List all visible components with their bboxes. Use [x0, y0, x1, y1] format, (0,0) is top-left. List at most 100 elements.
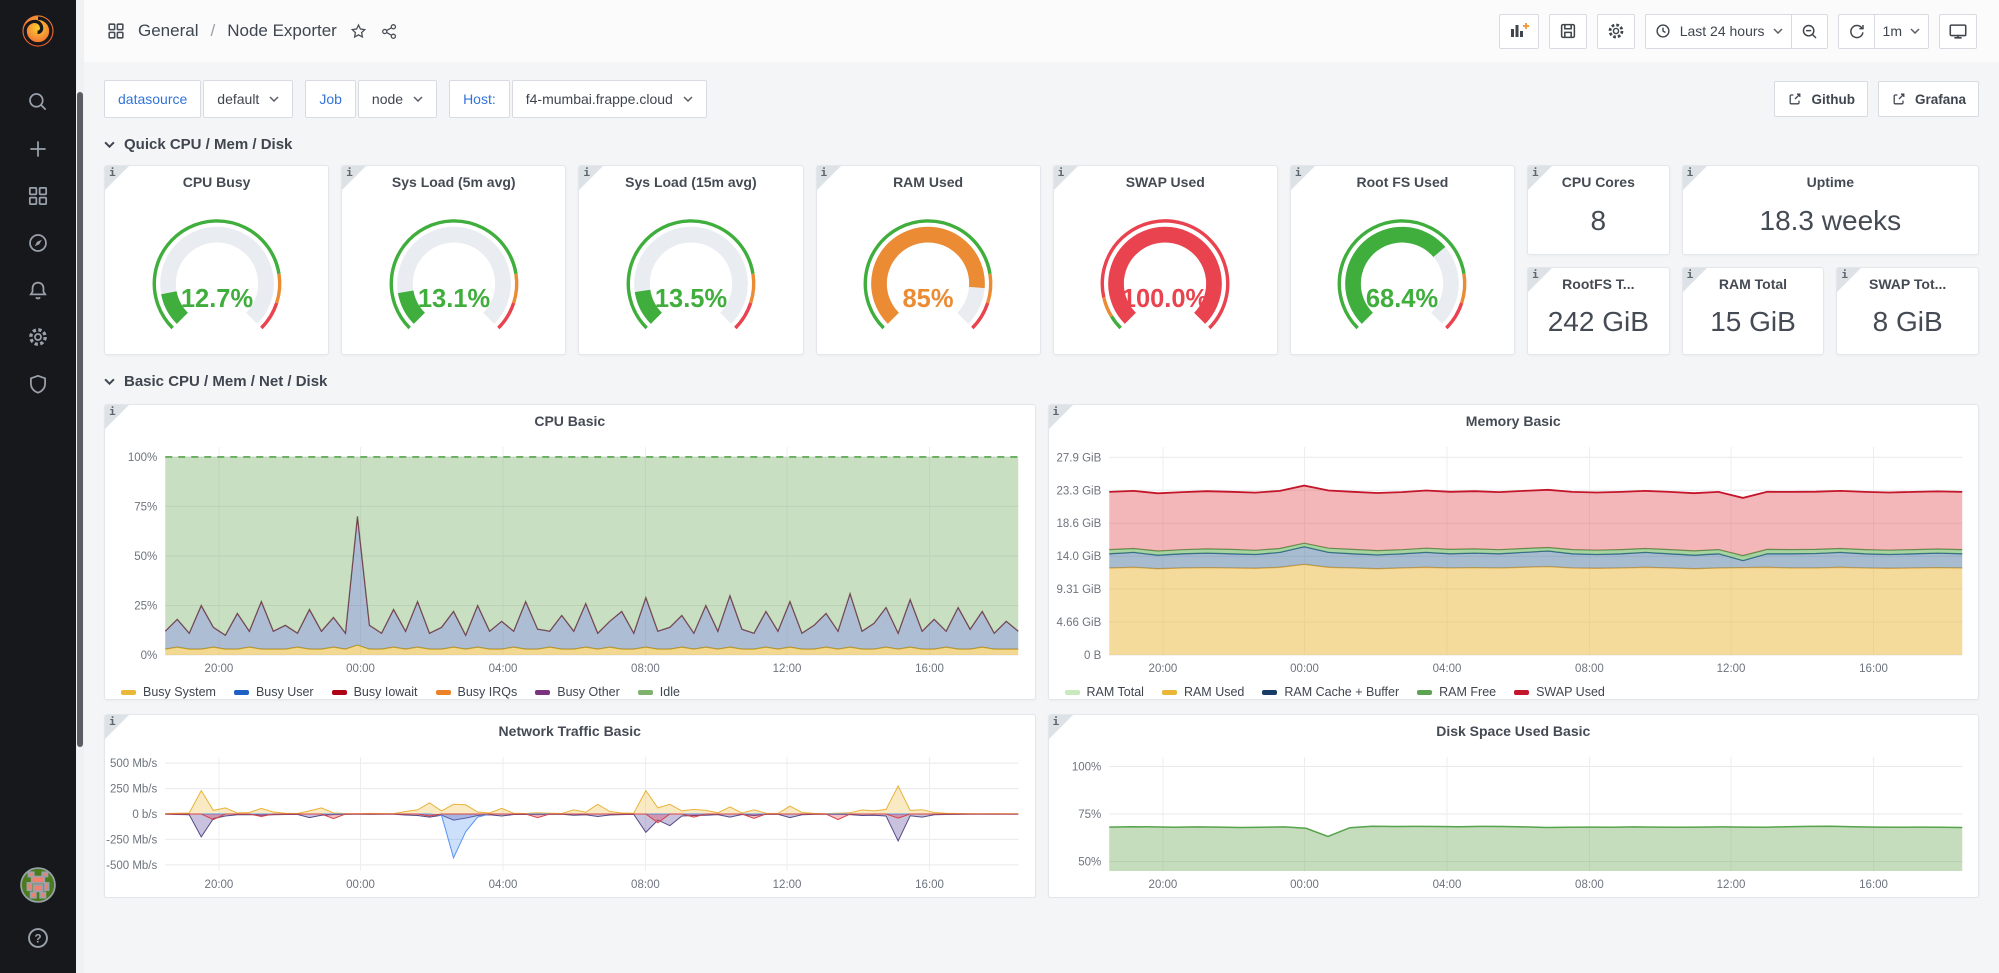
- sidebar-item-help[interactable]: ?: [25, 925, 51, 951]
- cpu-basic-chart[interactable]: 0%25%50%75%100%20:0000:0004:0008:0012:00…: [105, 437, 1035, 681]
- scrollbar-thumb[interactable]: [77, 92, 83, 747]
- panel-info-icon[interactable]: i: [1054, 166, 1078, 190]
- sidebar-item-alerting[interactable]: [25, 277, 51, 303]
- legend-item[interactable]: Busy User: [234, 685, 314, 699]
- refresh-interval-picker[interactable]: 1m: [1874, 14, 1929, 49]
- svg-text:-500 Mb/s: -500 Mb/s: [106, 860, 157, 872]
- user-avatar[interactable]: [20, 867, 56, 903]
- svg-text:08:00: 08:00: [1575, 663, 1604, 675]
- legend-label: Busy Iowait: [354, 685, 418, 699]
- dashboard-scrollbar[interactable]: [76, 0, 84, 973]
- save-dashboard-button[interactable]: [1549, 14, 1587, 49]
- panel-info-letter: i: [109, 166, 116, 179]
- sidebar-item-explore[interactable]: [25, 230, 51, 256]
- legend-item[interactable]: Idle: [638, 685, 680, 699]
- panel-info-icon[interactable]: i: [1528, 268, 1552, 292]
- sidebar-item-dashboards[interactable]: [25, 183, 51, 209]
- legend-item[interactable]: RAM Used: [1162, 685, 1244, 699]
- legend-label: RAM Cache + Buffer: [1284, 685, 1399, 699]
- legend-item[interactable]: SWAP Used: [1514, 685, 1605, 699]
- panel-info-icon[interactable]: i: [105, 715, 129, 739]
- svg-text:75%: 75%: [1078, 809, 1101, 821]
- row-header-basic[interactable]: Basic CPU / Mem / Net / Disk: [104, 373, 1979, 390]
- grafana-link-button[interactable]: Grafana: [1878, 81, 1979, 117]
- panel-title[interactable]: Memory Basic: [1049, 405, 1979, 437]
- filter-datasource-label: datasource: [104, 80, 201, 118]
- panel-info-letter: i: [583, 166, 590, 179]
- panel-info-icon[interactable]: i: [817, 166, 841, 190]
- chevron-down-icon: [104, 378, 115, 385]
- github-link-button[interactable]: Github: [1774, 81, 1868, 117]
- panel-info-icon[interactable]: i: [105, 166, 129, 190]
- panel-title[interactable]: Root FS Used: [1291, 166, 1514, 198]
- panel-info-icon[interactable]: i: [1528, 166, 1552, 190]
- panel-info-icon[interactable]: i: [1683, 166, 1707, 190]
- panel-title[interactable]: Sys Load (5m avg): [342, 166, 565, 198]
- svg-text:12:00: 12:00: [1716, 879, 1745, 891]
- legend-item[interactable]: RAM Total: [1065, 685, 1144, 699]
- network-traffic-basic-chart[interactable]: 500 Mb/s250 Mb/s0 b/s-250 Mb/s-500 Mb/s2…: [105, 747, 1035, 897]
- filter-job-value[interactable]: node: [358, 80, 437, 118]
- filter-job: Job node: [305, 80, 437, 118]
- sidebar-item-configuration[interactable]: [25, 324, 51, 350]
- panel-title[interactable]: CPU Basic: [105, 405, 1035, 437]
- sidebar-item-search[interactable]: [25, 89, 51, 115]
- panel-title[interactable]: Uptime: [1683, 166, 1978, 198]
- dashboard-settings-button[interactable]: [1597, 14, 1635, 49]
- panel-info-icon[interactable]: i: [579, 166, 603, 190]
- help-icon: ?: [25, 925, 51, 951]
- svg-text:00:00: 00:00: [1290, 663, 1319, 675]
- legend-item[interactable]: Busy IRQs: [436, 685, 518, 699]
- sidebar-item-create[interactable]: [25, 136, 51, 162]
- panel-info-icon[interactable]: i: [1837, 268, 1861, 292]
- panel-title[interactable]: Network Traffic Basic: [105, 715, 1035, 747]
- panel-info-icon[interactable]: i: [1049, 405, 1073, 429]
- uptime-value: 18.3 weeks: [1683, 198, 1978, 254]
- panel-title[interactable]: Disk Space Used Basic: [1049, 715, 1979, 747]
- zoom-out-button[interactable]: [1791, 14, 1828, 49]
- time-range-picker[interactable]: Last 24 hours: [1645, 14, 1791, 49]
- add-panel-button[interactable]: [1499, 14, 1539, 49]
- filter-datasource-value[interactable]: default: [203, 80, 293, 118]
- legend-item[interactable]: RAM Cache + Buffer: [1262, 685, 1399, 699]
- legend-item[interactable]: Busy Iowait: [332, 685, 418, 699]
- filter-host-value[interactable]: f4-mumbai.frappe.cloud: [512, 80, 707, 118]
- panel-info-icon[interactable]: i: [1291, 166, 1315, 190]
- panel-info-icon[interactable]: i: [1049, 715, 1073, 739]
- star-icon[interactable]: [349, 22, 368, 41]
- cycle-view-button[interactable]: [1939, 14, 1977, 49]
- share-icon[interactable]: [380, 22, 399, 41]
- panel-info-icon[interactable]: i: [342, 166, 366, 190]
- svg-text:18.6 GiB: 18.6 GiB: [1056, 518, 1101, 530]
- svg-text:20:00: 20:00: [1148, 879, 1177, 891]
- stat-panel-rootfs-total: iRootFS T...242 GiB: [1527, 267, 1670, 355]
- breadcrumb-page[interactable]: Node Exporter: [227, 21, 337, 41]
- disk-space-used-basic-chart[interactable]: 50%75%100%20:0000:0004:0008:0012:0016:00: [1049, 747, 1979, 897]
- svg-text:16:00: 16:00: [915, 663, 944, 675]
- legend-swatch: [234, 690, 249, 695]
- panel-title[interactable]: RAM Used: [817, 166, 1040, 198]
- panel-info-icon[interactable]: i: [1683, 268, 1707, 292]
- row-header-quick[interactable]: Quick CPU / Mem / Disk: [104, 136, 1979, 153]
- breadcrumb-section[interactable]: General: [138, 21, 198, 41]
- svg-text:100%: 100%: [1071, 762, 1100, 774]
- panel-title[interactable]: Sys Load (15m avg): [579, 166, 802, 198]
- panel-title[interactable]: CPU Busy: [105, 166, 328, 198]
- legend-swatch: [1514, 690, 1529, 695]
- panel-info-icon[interactable]: i: [105, 405, 129, 429]
- panel-info-letter: i: [1058, 166, 1065, 179]
- panel-info-letter: i: [1295, 166, 1302, 179]
- stat-panel-ram-total: iRAM Total15 GiB: [1682, 267, 1825, 355]
- legend-item[interactable]: Busy System: [121, 685, 216, 699]
- chevron-down-icon: [1773, 28, 1783, 34]
- memory-basic-chart[interactable]: 0 B4.66 GiB9.31 GiB14.0 GiB18.6 GiB23.3 …: [1049, 437, 1979, 681]
- refresh-button[interactable]: [1838, 14, 1874, 49]
- legend-item[interactable]: RAM Free: [1417, 685, 1496, 699]
- svg-text:27.9 GiB: 27.9 GiB: [1056, 452, 1101, 464]
- panel-title[interactable]: SWAP Used: [1054, 166, 1277, 198]
- grafana-logo[interactable]: [16, 9, 60, 53]
- time-range-label: Last 24 hours: [1680, 23, 1765, 39]
- cpu-basic-panel: iCPU Basic0%25%50%75%100%20:0000:0004:00…: [104, 404, 1036, 700]
- sidebar-item-server-admin[interactable]: [25, 371, 51, 397]
- legend-item[interactable]: Busy Other: [535, 685, 620, 699]
